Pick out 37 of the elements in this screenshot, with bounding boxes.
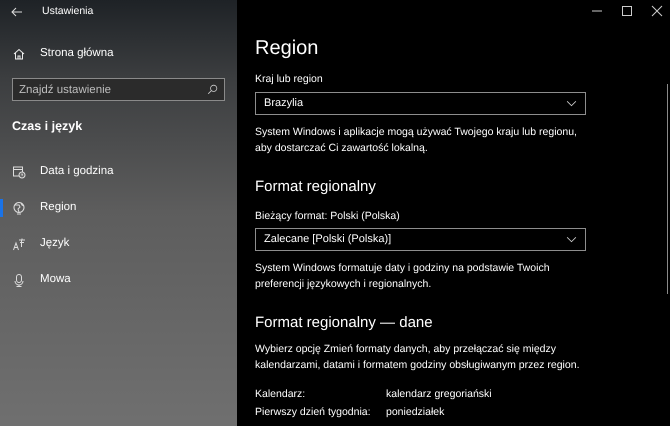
search-field[interactable]: Znajdź ustawienie [12, 78, 225, 101]
microphone-icon [12, 272, 26, 287]
close-icon[interactable] [650, 4, 664, 18]
description: System Windows formatuje daty i godziny na podstawie Twoich preferencji językowych i regionalnych. [255, 261, 551, 292]
calendar-clock-icon [12, 164, 26, 179]
sidebar-item[interactable]: Region [0, 190, 237, 226]
sidebar-item[interactable]: Mowa [0, 262, 237, 298]
search-icon[interactable] [207, 84, 218, 95]
dropdown-field[interactable]: Zalecane [Polski (Polska)] [255, 228, 586, 251]
field-key: Pierwszy dzień tygodnia: [255, 405, 386, 419]
chevron-down-icon [566, 100, 577, 107]
dropdown-value: Brazylia [264, 96, 304, 112]
sidebar-item[interactable]: Data i godzina [0, 154, 237, 190]
back-arrow-icon[interactable] [10, 5, 24, 19]
dropdown-field[interactable]: Brazylia [255, 92, 586, 115]
window-title: Ustawienia [42, 4, 94, 20]
description: Wybierz opcję Zmień formaty danych, aby przełączać się między kalendarzami, datami i formatem godziny obsługiwanym przez region. [255, 342, 580, 373]
page-title: Region [255, 36, 320, 60]
section-heading: Czas i język [11, 118, 84, 135]
field-key: Kalendarz: [255, 387, 386, 401]
dropdown-value: Zalecane [Polski (Polska)] [264, 232, 392, 248]
chevron-down-icon [566, 236, 577, 243]
field-value: poniedziałek [386, 405, 446, 419]
field-label: Bieżący format: Polski (Polska) [255, 210, 401, 223]
sidebar-item[interactable]: Język [0, 226, 237, 262]
language-icon [12, 236, 26, 251]
selection-indicator [0, 198, 3, 217]
maximize-icon[interactable] [620, 4, 634, 18]
description: System Windows i aplikacje mogą używać Twojego kraju lub regionu, aby dostarczać Ci zawartość lokalną. [255, 125, 578, 156]
section-heading: Format regionalny — dane [255, 314, 434, 332]
globe-icon [12, 200, 26, 215]
scrollbar[interactable] [666, 84, 668, 294]
home-link[interactable]: Strona główna [0, 36, 237, 72]
field-label: Kraj lub region [255, 73, 324, 86]
field-value: kalendarz gregoriański [386, 387, 493, 401]
section-heading: Format regionalny [255, 178, 377, 196]
home-icon [12, 47, 26, 61]
